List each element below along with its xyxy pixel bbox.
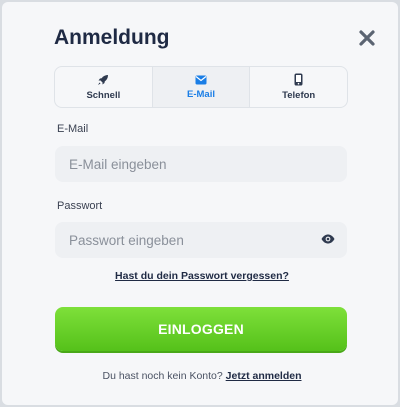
login-method-tabs: Schnell E-Mail Telefon xyxy=(54,66,348,108)
email-field-wrapper xyxy=(55,146,347,182)
forgot-password-link[interactable]: Hast du dein Passwort vergessen? xyxy=(2,270,400,282)
close-icon[interactable] xyxy=(358,29,376,47)
password-field-wrapper xyxy=(55,222,347,258)
register-prompt: Du hast noch kein Konto? Jetzt anmelden xyxy=(2,370,400,382)
tab-telefon-label: Telefon xyxy=(282,90,316,101)
login-dialog: Anmeldung Schnell E-Mail Telefon E-Mail … xyxy=(2,2,398,405)
eye-icon[interactable] xyxy=(321,234,335,244)
password-label: Passwort xyxy=(57,200,103,212)
tab-schnell-label: Schnell xyxy=(86,89,121,101)
password-input[interactable] xyxy=(55,222,347,258)
email-label: E-Mail xyxy=(57,123,89,135)
tab-email-label: E-Mail xyxy=(187,88,215,100)
dialog-title: Anmeldung xyxy=(54,26,170,49)
tab-telefon[interactable]: Telefon xyxy=(249,67,347,107)
register-link[interactable]: Jetzt anmelden xyxy=(226,370,302,382)
email-input[interactable] xyxy=(55,146,347,182)
tab-email[interactable]: E-Mail xyxy=(151,67,250,107)
rocket-icon xyxy=(98,74,109,85)
envelope-icon xyxy=(195,75,207,84)
tab-schnell[interactable]: Schnell xyxy=(55,67,152,107)
register-text: Du hast noch kein Konto? xyxy=(102,370,223,382)
phone-icon xyxy=(294,73,303,86)
login-button[interactable]: EINLOGGEN xyxy=(55,307,347,351)
